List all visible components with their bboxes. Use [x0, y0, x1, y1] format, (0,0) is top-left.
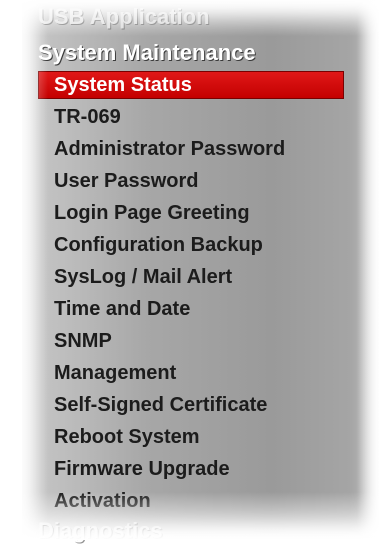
- menu-item-snmp[interactable]: SNMP: [54, 329, 112, 353]
- menu-item-self-signed-certificate[interactable]: Self-Signed Certificate: [54, 393, 267, 417]
- menu-section-diagnostics[interactable]: Diagnostics: [38, 518, 163, 544]
- menu-item-administrator-password[interactable]: Administrator Password: [54, 137, 285, 161]
- menu-item-time-and-date[interactable]: Time and Date: [54, 297, 190, 321]
- menu-item-syslog-mail-alert[interactable]: SysLog / Mail Alert: [54, 265, 232, 289]
- menu-section-usb-application[interactable]: USB Application: [38, 4, 210, 30]
- menu-section-system-maintenance[interactable]: System Maintenance: [38, 40, 256, 66]
- menu-item-user-password[interactable]: User Password: [54, 169, 199, 193]
- menu-item-firmware-upgrade[interactable]: Firmware Upgrade: [54, 457, 230, 481]
- menu-item-configuration-backup[interactable]: Configuration Backup: [54, 233, 263, 257]
- menu-item-system-status[interactable]: System Status: [54, 73, 192, 97]
- menu-item-tr-069[interactable]: TR-069: [54, 105, 121, 129]
- menu-item-reboot-system[interactable]: Reboot System: [54, 425, 200, 449]
- menu-item-activation[interactable]: Activation: [54, 489, 151, 513]
- menu-item-management[interactable]: Management: [54, 361, 176, 385]
- menu-item-login-page-greeting[interactable]: Login Page Greeting: [54, 201, 250, 225]
